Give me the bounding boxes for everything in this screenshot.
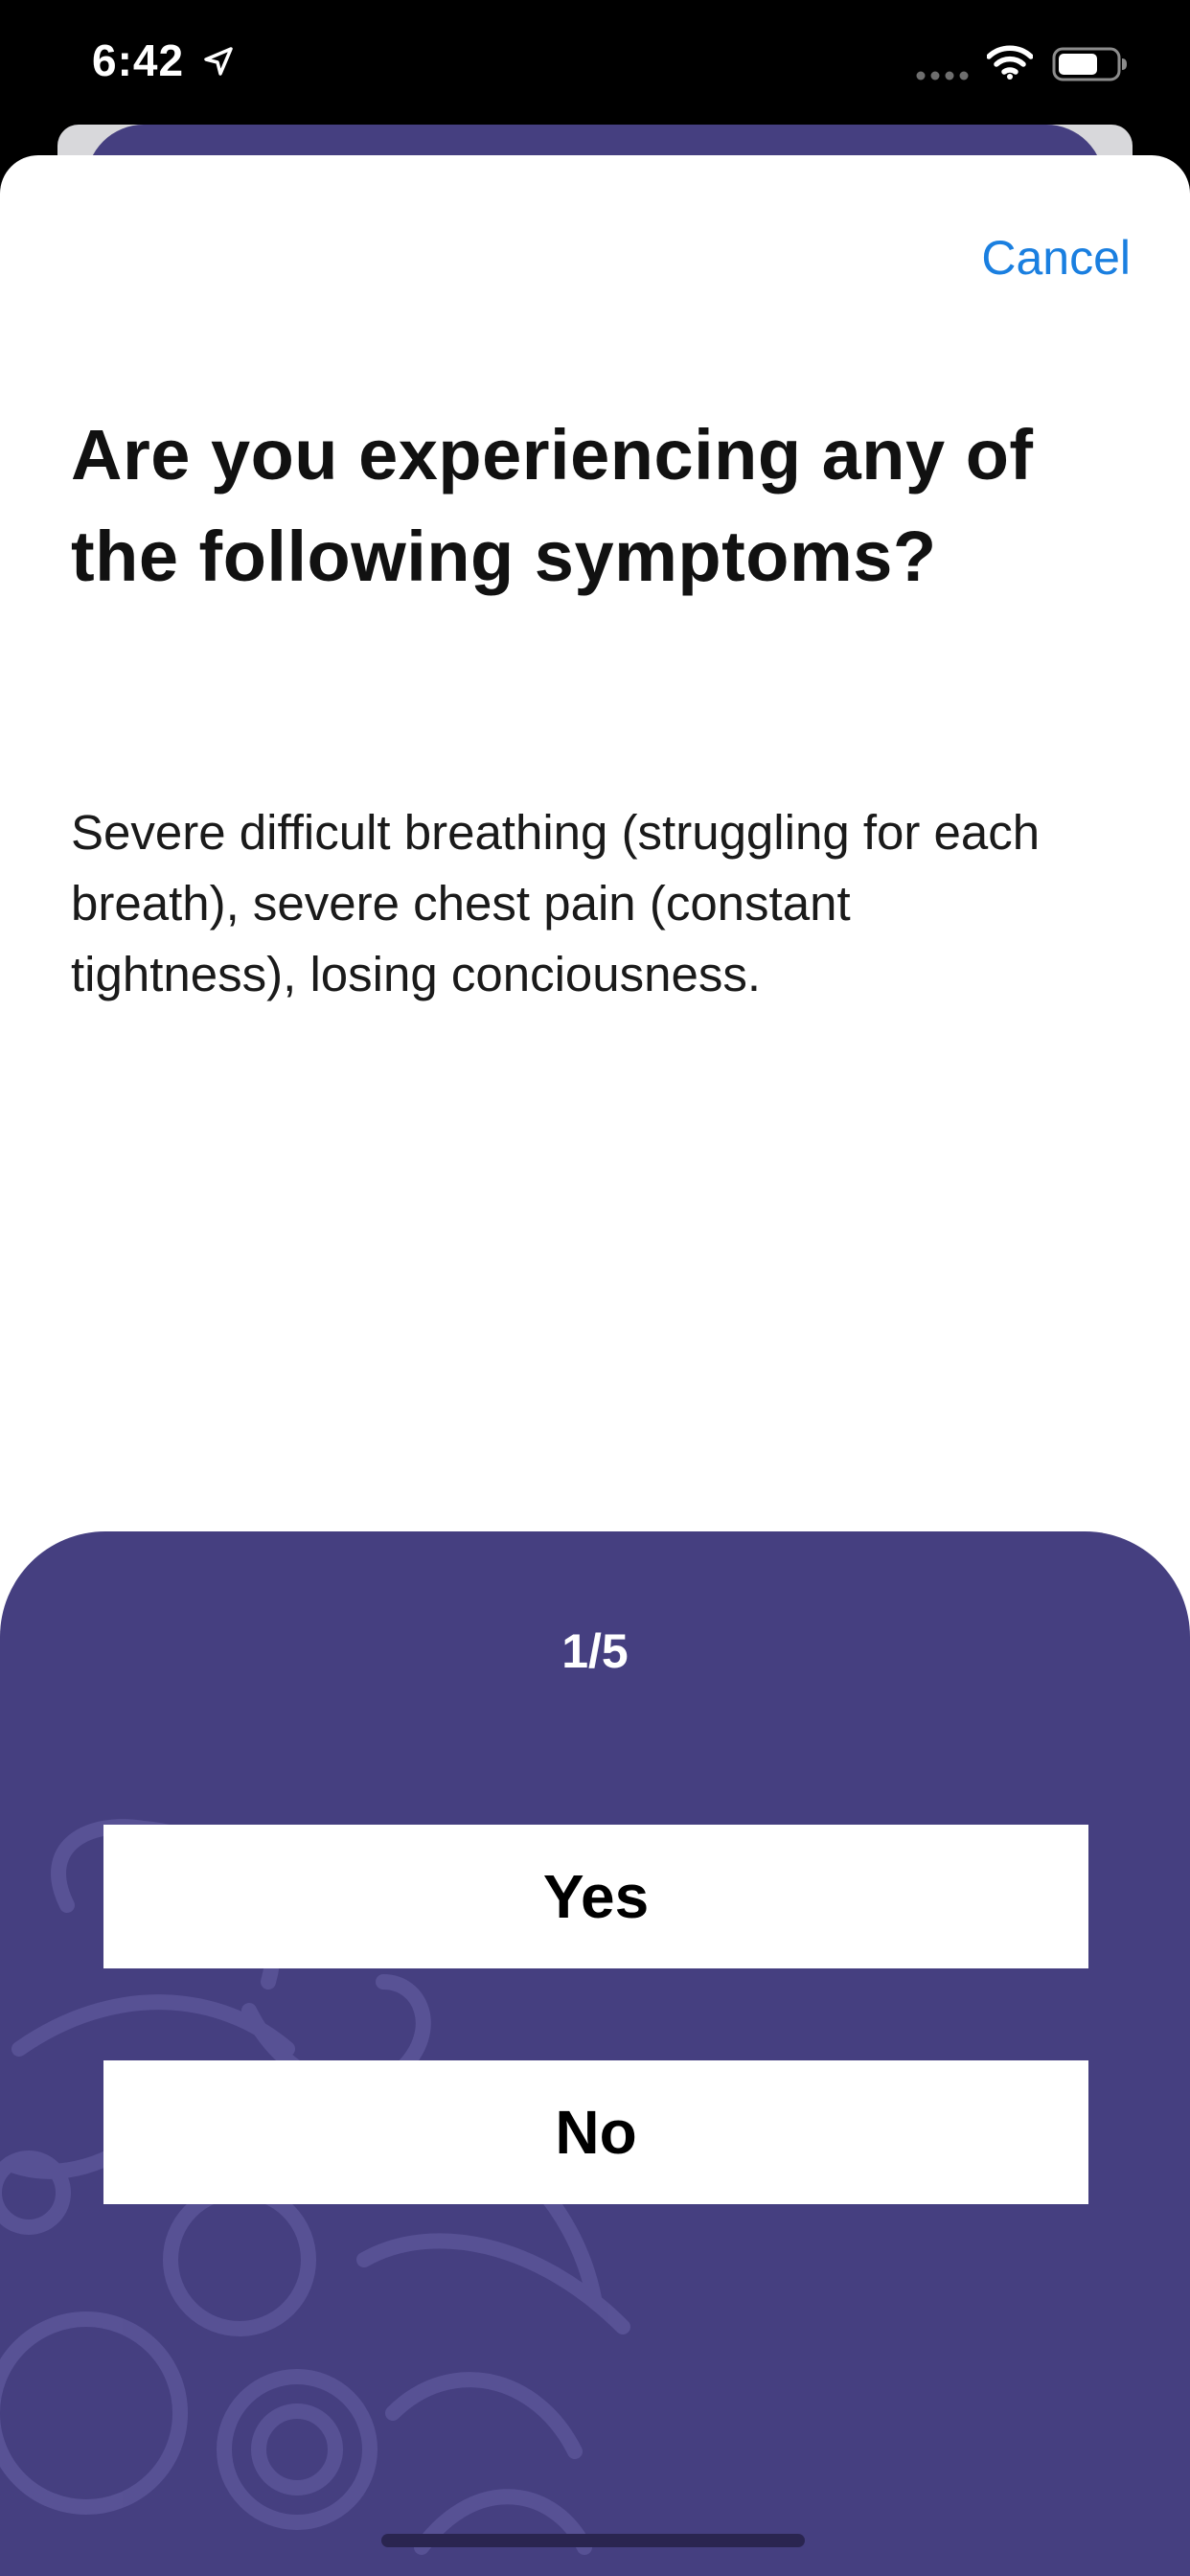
answer-panel: 1/5 Yes No: [0, 1531, 1190, 2576]
signal-dots-icon: [916, 71, 969, 80]
symptom-description: Severe difficult breathing (struggling f…: [71, 805, 1041, 1001]
yes-button[interactable]: Yes: [103, 1825, 1088, 1968]
question-title: Are you experiencing any of the followin…: [71, 415, 1034, 596]
cancel-button[interactable]: Cancel: [981, 230, 1131, 286]
decorative-pattern: [0, 1819, 630, 2555]
no-button[interactable]: No: [103, 2060, 1088, 2204]
home-indicator: [381, 2534, 805, 2547]
wifi-icon: [987, 45, 1033, 80]
screen: 6:42 Cancel Are you experiencing any of …: [0, 0, 1190, 2576]
location-arrow-icon: [204, 47, 233, 76]
progress-counter: 1/5: [561, 1624, 629, 1678]
battery-icon: [1052, 47, 1127, 81]
status-time: 6:42: [92, 35, 185, 85]
symptom-question-sheet: Cancel Are you experiencing any of the f…: [0, 155, 1190, 2576]
status-bar: 6:42: [0, 0, 1190, 125]
